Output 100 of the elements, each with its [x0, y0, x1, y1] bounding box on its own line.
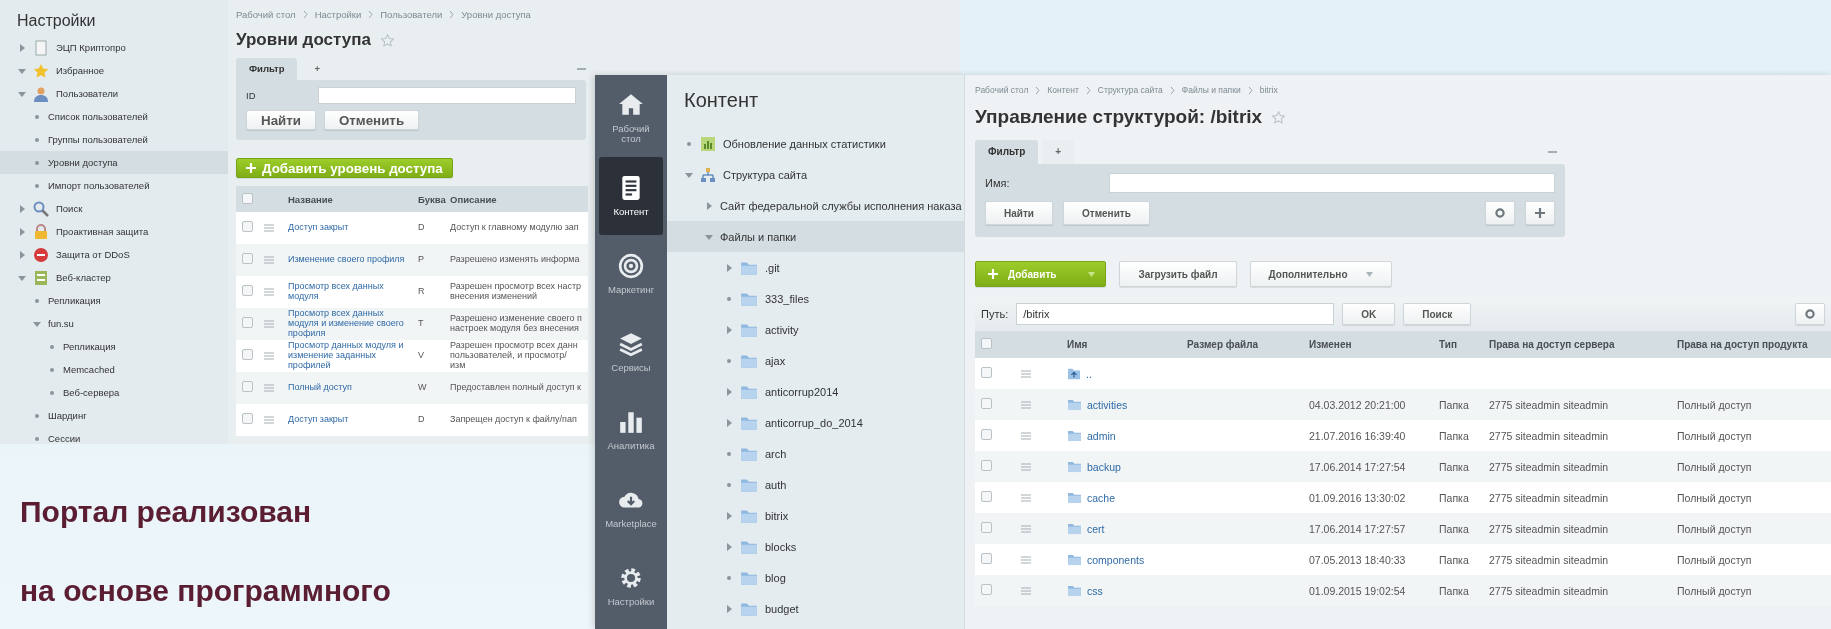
checkbox[interactable]: [981, 491, 992, 502]
expand-arrow-icon[interactable]: [705, 201, 713, 210]
collapse-arrow-icon[interactable]: [18, 89, 26, 98]
filter-tab[interactable]: Фильтр: [236, 58, 298, 80]
tree-item[interactable]: Избранное: [0, 59, 228, 82]
checkbox[interactable]: [242, 221, 253, 233]
tree-item[interactable]: Поиск: [0, 197, 228, 220]
add-filter-button[interactable]: [1525, 201, 1555, 225]
tree-item[interactable]: fun.su: [0, 312, 228, 335]
tree-item[interactable]: blocks: [667, 531, 964, 562]
checkbox[interactable]: [242, 413, 253, 425]
expand-arrow-icon[interactable]: [725, 511, 733, 520]
table-cell[interactable]: Просмотр всех данных модуля: [282, 276, 412, 308]
tree-item[interactable]: ЭЦП Криптопро: [0, 36, 228, 59]
tree-item[interactable]: arch: [667, 438, 964, 469]
table-cell[interactable]: Просмотр всех данных модуля и изменение своего профиля: [282, 308, 412, 340]
tree-item[interactable]: Список пользователей: [0, 105, 228, 128]
tree-item[interactable]: Сессии: [0, 427, 228, 444]
nav-item[interactable]: Аналитика: [599, 391, 663, 469]
checkbox[interactable]: [242, 349, 253, 361]
nav-item[interactable]: Рабочий стол: [599, 79, 663, 157]
nav-item[interactable]: Настройки: [599, 547, 663, 625]
tree-item[interactable]: Веб-сервера: [0, 381, 228, 404]
table-cell[interactable]: Полный доступ: [282, 372, 412, 404]
expand-arrow-icon[interactable]: [18, 250, 26, 259]
expand-arrow-icon[interactable]: [725, 418, 733, 427]
tree-item[interactable]: Структура сайта: [667, 159, 964, 190]
tree-item[interactable]: blog: [667, 562, 964, 593]
tree-item[interactable]: bitrix: [667, 500, 964, 531]
collapse-arrow-icon[interactable]: [33, 319, 41, 328]
file-link[interactable]: admin: [1087, 429, 1116, 442]
nav-item[interactable]: Маркетинг: [599, 235, 663, 313]
tree-item[interactable]: ajax: [667, 345, 964, 376]
path-field[interactable]: /bitrix: [1016, 303, 1335, 325]
checkbox[interactable]: [242, 285, 253, 297]
checkbox[interactable]: [242, 192, 253, 204]
tree-item[interactable]: Файлы и папки: [667, 221, 964, 252]
tree-item[interactable]: Сайт федеральной службы исполнения наказа: [667, 190, 964, 221]
ok-button[interactable]: OK: [1342, 303, 1396, 325]
tree-item[interactable]: Memcached: [0, 358, 228, 381]
file-link[interactable]: activities: [1087, 398, 1128, 411]
table-cell[interactable]: Доступ закрыт: [282, 212, 412, 244]
expand-arrow-icon[interactable]: [18, 227, 26, 236]
file-link[interactable]: cache: [1087, 491, 1116, 504]
tree-item[interactable]: Проактивная защита: [0, 220, 228, 243]
filter-button[interactable]: Найти: [985, 201, 1053, 225]
file-link[interactable]: backup: [1087, 460, 1121, 473]
tree-item[interactable]: Импорт пользователей: [0, 174, 228, 197]
tree-item[interactable]: 333_files: [667, 283, 964, 314]
expand-arrow-icon[interactable]: [725, 263, 733, 272]
expand-arrow-icon[interactable]: [725, 542, 733, 551]
checkbox[interactable]: [981, 584, 992, 595]
nav-item[interactable]: Marketplace: [599, 469, 663, 547]
expand-arrow-icon[interactable]: [725, 325, 733, 334]
tree-item[interactable]: Веб-кластер: [0, 266, 228, 289]
tree-item[interactable]: budget: [667, 593, 964, 624]
table-cell[interactable]: Доступ закрыт: [282, 404, 412, 436]
nav-item[interactable]: Сервисы: [599, 313, 663, 391]
expand-arrow-icon[interactable]: [725, 604, 733, 613]
table-cell[interactable]: Просмотр данных модуля и изменение заданных профилей: [282, 340, 412, 372]
expand-arrow-icon[interactable]: [725, 387, 733, 396]
tree-item[interactable]: Уровни доступа: [0, 151, 228, 174]
collapse-arrow-icon[interactable]: [685, 170, 693, 179]
id-field[interactable]: [317, 87, 576, 104]
settings-button[interactable]: [1485, 201, 1515, 225]
filter-tab[interactable]: +: [1042, 140, 1075, 164]
tree-item[interactable]: Пользователи: [0, 82, 228, 105]
tree-item[interactable]: Группы пользователей: [0, 128, 228, 151]
checkbox[interactable]: [242, 253, 253, 265]
collapse-arrow-icon[interactable]: [18, 273, 26, 282]
checkbox[interactable]: [242, 381, 253, 393]
file-link[interactable]: css: [1087, 584, 1103, 597]
expand-arrow-icon[interactable]: [18, 43, 26, 52]
checkbox[interactable]: [981, 522, 992, 533]
checkbox[interactable]: [242, 317, 253, 329]
more-button[interactable]: Дополнительно: [1249, 261, 1392, 287]
expand-arrow-icon[interactable]: [18, 204, 26, 213]
nav-item[interactable]: Контент: [599, 157, 663, 235]
filter-button[interactable]: Отменить: [323, 110, 420, 130]
tree-item[interactable]: Шардинг: [0, 404, 228, 427]
tree-item[interactable]: anticorrup_do_2014: [667, 407, 964, 438]
name-field[interactable]: [1109, 173, 1555, 193]
collapse-arrow-icon[interactable]: [18, 66, 26, 75]
table-cell[interactable]: Изменение своего профиля: [282, 244, 412, 276]
checkbox[interactable]: [981, 338, 992, 349]
tree-item[interactable]: anticorrup2014: [667, 376, 964, 407]
tree-item[interactable]: .git: [667, 252, 964, 283]
collapse-arrow-icon[interactable]: [705, 232, 713, 241]
tree-item[interactable]: Репликация: [0, 289, 228, 312]
filter-button[interactable]: Найти: [246, 110, 316, 130]
tree-item[interactable]: auth: [667, 469, 964, 500]
tree-item[interactable]: Защита от DDoS: [0, 243, 228, 266]
search-button[interactable]: Поиск: [1403, 303, 1472, 325]
filter-tab[interactable]: Фильтр: [975, 140, 1039, 164]
checkbox[interactable]: [981, 429, 992, 440]
checkbox[interactable]: [981, 460, 992, 471]
tree-item[interactable]: Обновление данных статистики: [667, 128, 964, 159]
checkbox[interactable]: [981, 553, 992, 564]
file-link[interactable]: cert: [1087, 522, 1105, 535]
checkbox[interactable]: [981, 367, 992, 378]
